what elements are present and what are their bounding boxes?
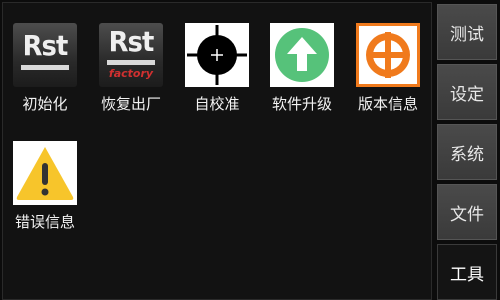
app-software-upgrade-label: 软件升级 [271, 95, 332, 113]
rst-icon-underline [21, 65, 69, 70]
rst-factory-icon[interactable]: Rst factory [99, 23, 163, 87]
tools-panel: Rst 初始化 Rst factory 恢复出厂 自校准 软件升级 版本信息 错… [2, 2, 432, 300]
app-self-calibrate-label: 自校准 [194, 95, 240, 113]
app-error-info[interactable]: 错误信息 [5, 121, 85, 231]
app-software-upgrade[interactable]: 软件升级 [262, 3, 342, 113]
sidebar-item-system[interactable]: 系统 [437, 124, 497, 180]
version-info-icon[interactable] [356, 23, 420, 87]
up-arrow-icon[interactable] [270, 23, 334, 87]
sidebar-item-settings[interactable]: 设定 [437, 64, 497, 120]
warning-icon[interactable] [13, 141, 77, 205]
app-version-info[interactable]: 版本信息 [348, 3, 428, 113]
app-factory-reset-label: 恢复出厂 [100, 95, 161, 113]
app-self-calibrate[interactable]: 自校准 [177, 3, 257, 113]
sidebar-item-test[interactable]: 测试 [437, 4, 497, 60]
app-factory-reset[interactable]: Rst factory 恢复出厂 [91, 3, 171, 113]
rst-factory-icon-underline [107, 60, 155, 65]
sidebar-item-tools[interactable]: 工具 [437, 244, 497, 300]
rst-icon[interactable]: Rst [13, 23, 77, 87]
rst-factory-icon-subtext: factory [108, 67, 154, 80]
crosshair-target-icon[interactable] [185, 23, 249, 87]
app-init-label: 初始化 [22, 95, 68, 113]
rst-factory-icon-text: Rst [108, 25, 155, 58]
rst-icon-text: Rst [22, 29, 69, 62]
app-version-info-label: 版本信息 [357, 95, 418, 113]
sidebar: 测试 设定 系统 文件 工具 [434, 0, 500, 300]
sidebar-item-file[interactable]: 文件 [437, 184, 497, 240]
app-init[interactable]: Rst 初始化 [5, 3, 85, 113]
app-error-info-label: 错误信息 [14, 213, 75, 231]
